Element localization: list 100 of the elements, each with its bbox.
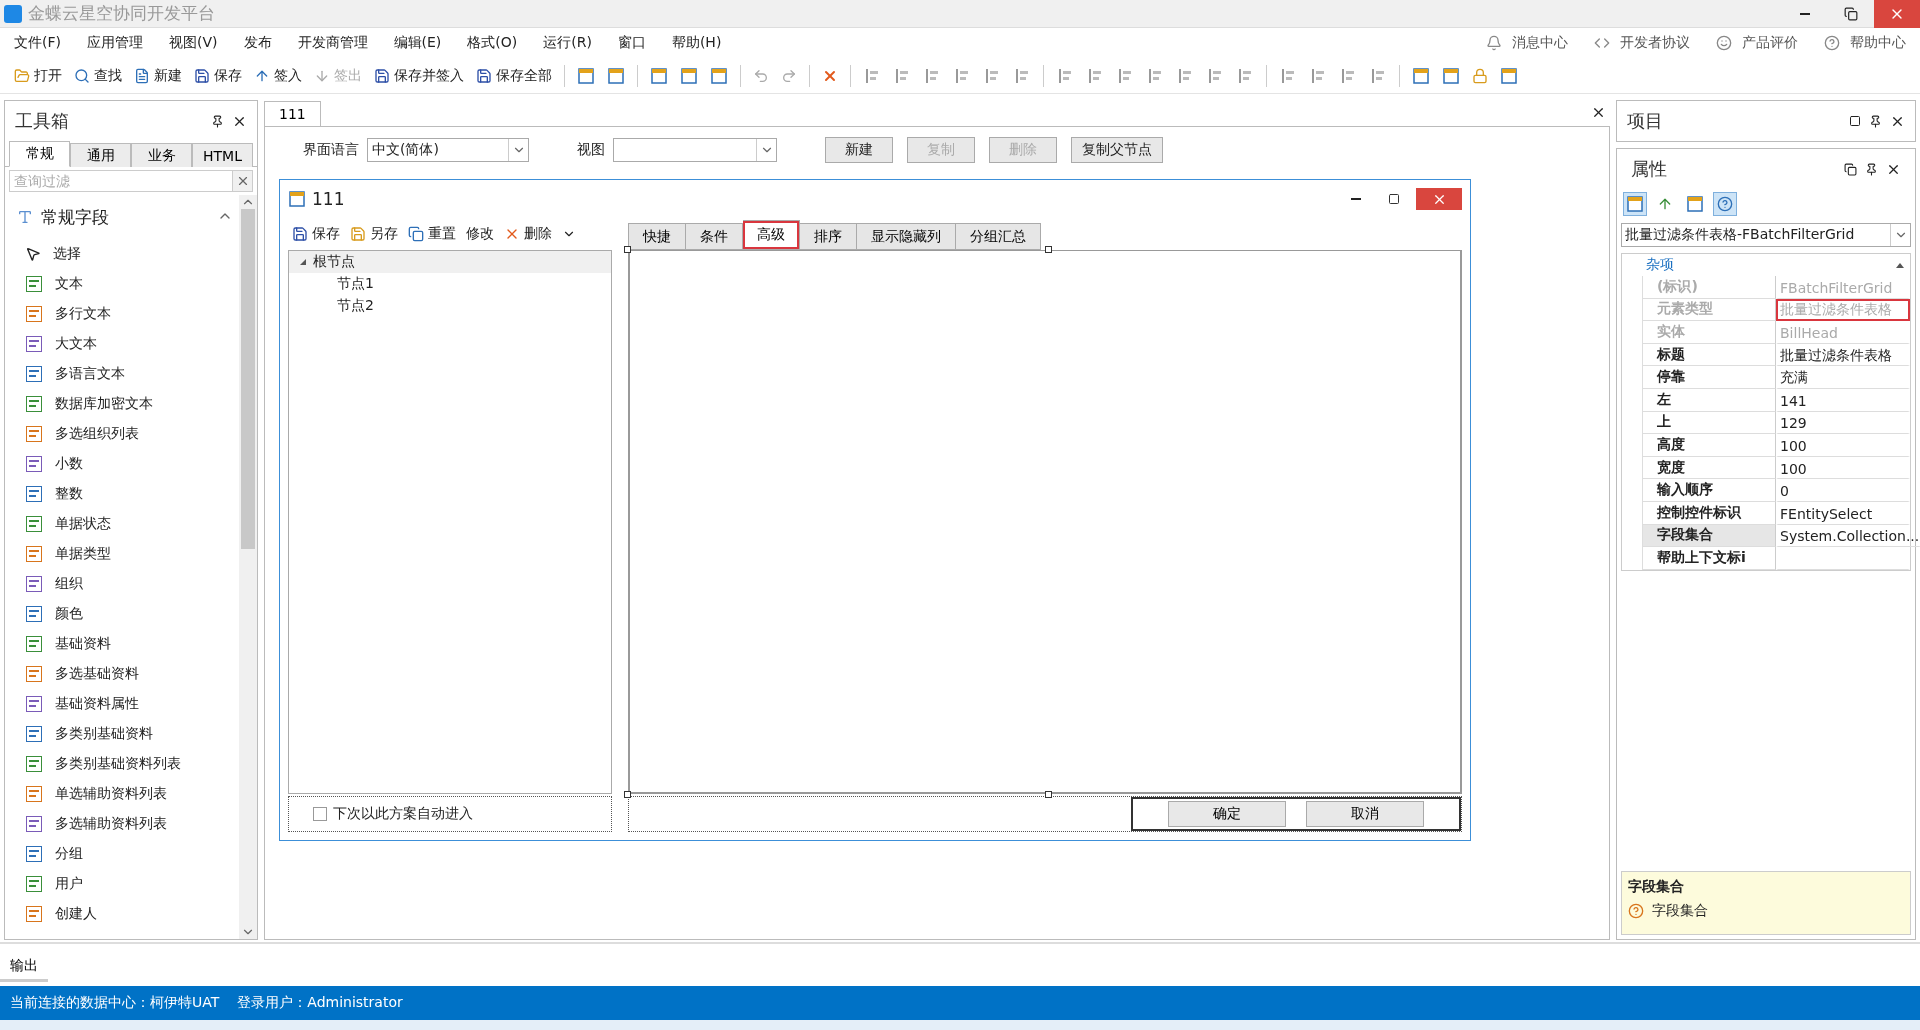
- action-button[interactable]: 复制父节点: [1071, 137, 1163, 163]
- menu-item[interactable]: 运行(R): [543, 34, 592, 52]
- toolbox-tab[interactable]: 通用: [70, 143, 131, 167]
- toolbox-item[interactable]: 创建人: [55, 905, 97, 923]
- menu-item[interactable]: 发布: [243, 34, 272, 52]
- property-name[interactable]: 上: [1642, 411, 1776, 435]
- toolbox-item[interactable]: 整数: [55, 485, 83, 503]
- toolbar-button[interactable]: 新建: [130, 64, 186, 87]
- menu-item[interactable]: 帮助(H): [671, 34, 722, 52]
- property-name[interactable]: 标题: [1642, 343, 1776, 367]
- resize-handle[interactable]: [624, 791, 631, 798]
- checkbox[interactable]: [313, 807, 327, 821]
- form-tool-button[interactable]: 删除: [500, 223, 556, 245]
- collapse-icon[interactable]: [1896, 262, 1904, 268]
- header-link[interactable]: 帮助中心: [1824, 34, 1906, 52]
- menu-item[interactable]: 编辑(E): [393, 34, 442, 52]
- header-link[interactable]: 产品评价: [1716, 34, 1798, 52]
- property-value[interactable]: 批量过滤条件表格: [1776, 343, 1910, 367]
- toolbox-item[interactable]: 组织: [55, 575, 83, 593]
- toolbox-item[interactable]: 分组: [55, 845, 83, 863]
- help-button[interactable]: [1713, 192, 1737, 216]
- menu-item[interactable]: 视图(V): [169, 34, 218, 52]
- property-name[interactable]: 控制控件标识: [1642, 501, 1776, 525]
- filter-tab[interactable]: 高级: [743, 220, 800, 250]
- filter-tab[interactable]: 快捷: [628, 223, 686, 250]
- category-label[interactable]: 杂项: [1646, 256, 1674, 274]
- toolbox-item[interactable]: 数据库加密文本: [55, 395, 153, 413]
- language-select[interactable]: 中文(简体): [367, 138, 529, 162]
- toolbox-item[interactable]: 基础资料属性: [55, 695, 139, 713]
- toolbox-item[interactable]: 多行文本: [55, 305, 111, 323]
- property-value[interactable]: 100: [1776, 434, 1910, 457]
- toolbox-item[interactable]: 多选基础资料: [55, 665, 139, 683]
- property-value[interactable]: 充满: [1776, 366, 1910, 389]
- view-select[interactable]: [613, 138, 777, 162]
- toolbar-button[interactable]: 保存: [190, 64, 246, 87]
- filter-tab[interactable]: 分组汇总: [956, 223, 1041, 250]
- close-button[interactable]: [1416, 188, 1462, 210]
- expand-icon[interactable]: [299, 258, 307, 266]
- toolbox-tab[interactable]: HTML: [192, 143, 253, 167]
- property-value[interactable]: 100: [1776, 456, 1910, 480]
- toolbox-tab[interactable]: 常规: [9, 141, 70, 167]
- toolbox-item[interactable]: 文本: [55, 275, 83, 293]
- header-link[interactable]: 消息中心: [1486, 34, 1568, 52]
- action-button[interactable]: 新建: [825, 137, 893, 163]
- toolbox-item[interactable]: 单选辅助资料列表: [55, 785, 167, 803]
- property-value[interactable]: System.Collection...: [1776, 524, 1920, 548]
- toolbox-item[interactable]: 单据状态: [55, 515, 111, 533]
- menu-item[interactable]: 应用管理: [87, 34, 143, 52]
- header-link[interactable]: 开发者协议: [1594, 34, 1690, 52]
- resize-handle[interactable]: [1045, 246, 1052, 253]
- toolbox-item[interactable]: 颜色: [55, 605, 83, 623]
- property-name[interactable]: 帮助上下文标i: [1642, 547, 1776, 570]
- form-tool-button[interactable]: 另存: [346, 223, 402, 245]
- categorized-button[interactable]: [1623, 192, 1647, 216]
- form-tool-button[interactable]: 重置: [404, 223, 460, 245]
- group-header[interactable]: 常规字段: [41, 205, 209, 229]
- menu-item[interactable]: 文件(F): [14, 34, 61, 52]
- menu-item[interactable]: 开发商管理: [297, 34, 368, 52]
- toolbar-button[interactable]: 查找: [70, 64, 126, 87]
- filter-field[interactable]: 查询过滤: [9, 170, 233, 192]
- menu-item[interactable]: 窗口: [617, 34, 646, 52]
- filter-tab[interactable]: 显示隐藏列: [857, 223, 956, 250]
- tree-node[interactable]: 节点2: [337, 297, 374, 315]
- form-tool-button[interactable]: 保存: [288, 223, 344, 245]
- property-value[interactable]: 0: [1776, 479, 1910, 502]
- property-value[interactable]: 129: [1776, 411, 1910, 435]
- document-tab[interactable]: 111: [264, 101, 321, 127]
- property-value[interactable]: 141: [1776, 388, 1910, 412]
- form-tool-button[interactable]: 修改: [462, 223, 498, 245]
- tree-node[interactable]: 节点1: [337, 275, 374, 293]
- toolbox-item[interactable]: 基础资料: [55, 635, 111, 653]
- property-value[interactable]: FEntitySelect: [1776, 501, 1910, 525]
- filter-tab[interactable]: 排序: [800, 223, 857, 250]
- property-name[interactable]: 停靠: [1642, 366, 1776, 389]
- toolbox-item[interactable]: 大文本: [55, 335, 97, 353]
- resize-handle[interactable]: [1045, 791, 1052, 798]
- dialog-button[interactable]: 取消: [1306, 801, 1424, 827]
- tree-node[interactable]: 根节点: [313, 253, 355, 271]
- property-name[interactable]: 左: [1642, 388, 1776, 412]
- property-name[interactable]: 宽度: [1642, 456, 1776, 480]
- property-name[interactable]: 高度: [1642, 434, 1776, 457]
- menu-item[interactable]: 格式(O): [467, 34, 518, 52]
- dialog-button[interactable]: 确定: [1168, 801, 1286, 827]
- resize-handle[interactable]: [624, 246, 631, 253]
- toolbox-tab[interactable]: 业务: [131, 143, 192, 167]
- toolbar-button[interactable]: 签入: [250, 64, 306, 87]
- toolbox-item[interactable]: 单据类型: [55, 545, 111, 563]
- scrollbar[interactable]: [239, 195, 257, 939]
- toolbar-button[interactable]: 打开: [10, 64, 66, 87]
- toolbox-item[interactable]: 多语言文本: [55, 365, 125, 383]
- toolbox-item[interactable]: 多选组织列表: [55, 425, 139, 443]
- toolbox-item[interactable]: 用户: [55, 875, 83, 893]
- clear-button[interactable]: [233, 170, 253, 192]
- property-name[interactable]: 字段集合: [1642, 524, 1776, 548]
- toolbar-button[interactable]: 保存全部: [472, 64, 556, 87]
- toolbar-button[interactable]: 保存并签入: [370, 64, 468, 87]
- property-name[interactable]: 输入顺序: [1642, 479, 1776, 502]
- toolbox-item[interactable]: 多类别基础资料列表: [55, 755, 181, 773]
- toolbox-item[interactable]: 多类别基础资料: [55, 725, 153, 743]
- filter-tab[interactable]: 条件: [686, 223, 743, 250]
